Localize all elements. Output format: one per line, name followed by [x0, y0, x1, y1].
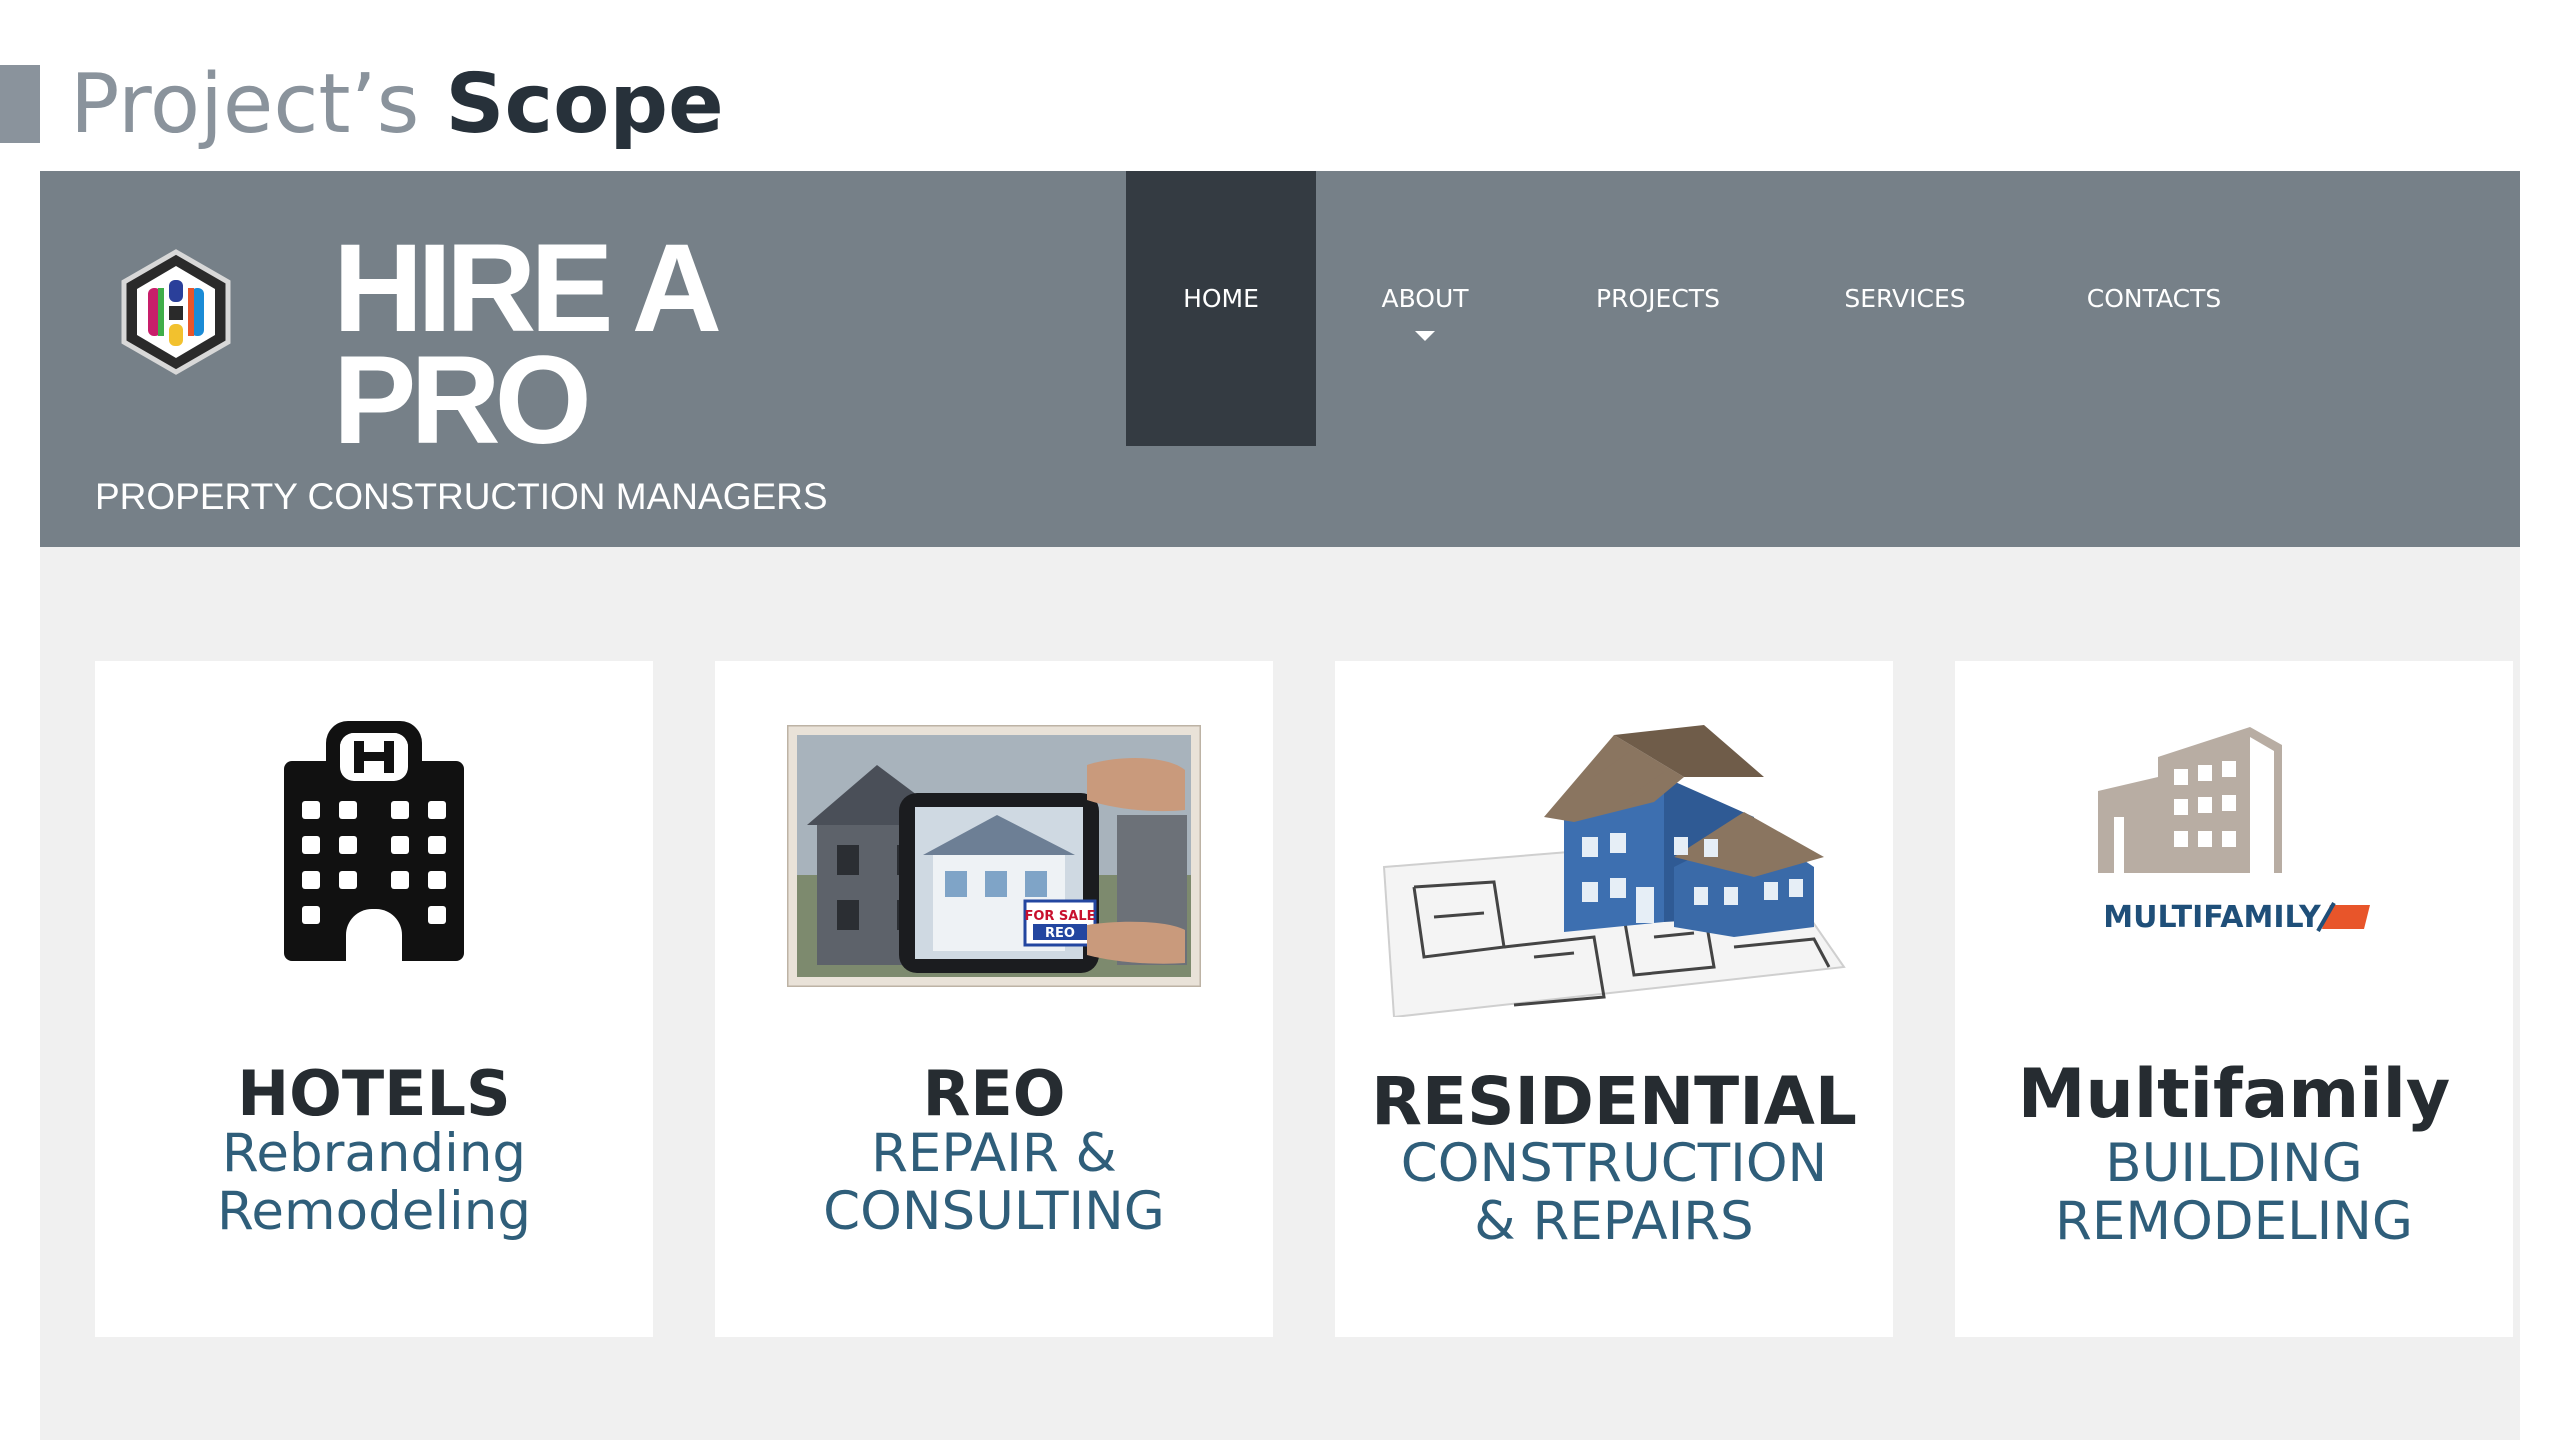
multifamily-logo: MULTIFAMILY	[2098, 727, 2370, 935]
card-reo-line1: REPAIR &	[871, 1123, 1117, 1184]
house-blueprint-image	[1382, 725, 1846, 1017]
card-multifamily-line1: BUILDING	[2105, 1133, 2363, 1194]
card-reo-image: FOR SALE REO	[715, 721, 1273, 1001]
nav-projects-label: PROJECTS	[1596, 284, 1720, 313]
slide-title: Project’s Scope	[70, 50, 724, 160]
card-residential-line2: & REPAIRS	[1474, 1191, 1754, 1252]
card-multifamily[interactable]: MULTIFAMILY Multifamily BUILDING REMODEL…	[1955, 661, 2513, 1337]
logo-line-1: HIRE A	[333, 219, 722, 358]
nav-projects[interactable]: PROJECTS	[1534, 171, 1782, 446]
site-logo-text[interactable]: HIRE A PRO	[333, 219, 722, 470]
nav-services[interactable]: SERVICES	[1782, 171, 2028, 446]
title-accent-bar	[0, 65, 40, 143]
card-hotels-title: HOTELS	[237, 1057, 511, 1130]
card-residential[interactable]: RESIDENTIAL CONSTRUCTION & REPAIRS	[1335, 661, 1893, 1337]
card-reo-title: REO	[922, 1057, 1066, 1130]
slide-title-light: Project’s	[70, 57, 420, 152]
nav-contacts-label: CONTACTS	[2086, 284, 2222, 313]
hire-a-pro-logo-icon[interactable]	[112, 248, 240, 376]
reo-phone-photo: FOR SALE REO	[787, 725, 1201, 987]
card-multifamily-title: Multifamily	[2017, 1055, 2451, 1134]
card-multifamily-image: MULTIFAMILY	[1955, 721, 2513, 1001]
card-reo-line2: CONSULTING	[823, 1181, 1165, 1242]
nav-about[interactable]: ABOUT	[1316, 171, 1534, 446]
website-frame: HIRE A PRO PROPERTY CONSTRUCTION MANAGER…	[40, 171, 2520, 1440]
card-residential-title: RESIDENTIAL	[1371, 1063, 1857, 1140]
logo-line-2: PRO	[333, 331, 592, 470]
card-residential-line1: CONSTRUCTION	[1400, 1133, 1828, 1194]
hotel-building-icon	[284, 721, 464, 961]
card-reo[interactable]: FOR SALE REO REO REPAIR & CONSULTING	[715, 661, 1273, 1337]
card-multifamily-line2: REMODELING	[2055, 1191, 2413, 1252]
for-sale-sign-text: FOR SALE	[1024, 909, 1095, 924]
reo-sign-text: REO	[1045, 926, 1075, 941]
site-tagline: PROPERTY CONSTRUCTION MANAGERS	[95, 476, 828, 517]
nav-contacts[interactable]: CONTACTS	[2028, 171, 2280, 446]
card-hotels-line1: Rebranding	[221, 1123, 527, 1184]
nav-about-label: ABOUT	[1381, 284, 1469, 313]
nav-home[interactable]: HOME	[1126, 171, 1316, 446]
site-header: HIRE A PRO PROPERTY CONSTRUCTION MANAGER…	[40, 171, 2520, 547]
nav-services-label: SERVICES	[1844, 284, 1966, 313]
nav-home-label: HOME	[1183, 284, 1259, 313]
card-hotels[interactable]: HOTELS Rebranding Remodeling	[95, 661, 653, 1337]
multifamily-logo-text: MULTIFAMILY	[2103, 900, 2322, 935]
main-nav: HOME ABOUT PROJECTS SERVICES CONTACTS	[1126, 171, 2280, 446]
card-hotels-line2: Remodeling	[216, 1181, 532, 1242]
card-residential-image	[1335, 721, 1893, 1017]
caret-down-icon	[1415, 331, 1435, 341]
card-hotels-image	[95, 721, 653, 1001]
slide-title-bold: Scope	[445, 57, 724, 152]
